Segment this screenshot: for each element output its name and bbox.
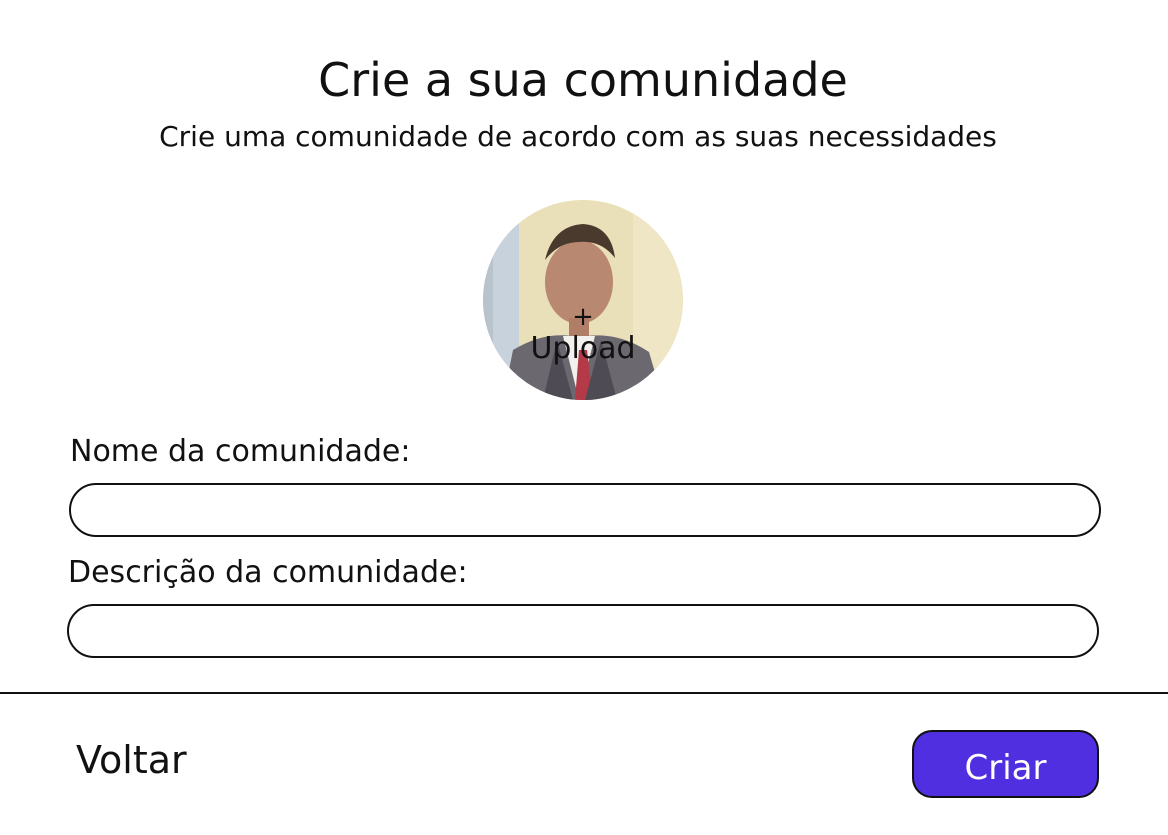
upload-photo-button[interactable]: + Upload — [483, 200, 683, 400]
footer-divider — [0, 692, 1168, 694]
page-title: Crie a sua comunidade — [318, 53, 848, 107]
create-button[interactable]: Criar — [912, 730, 1099, 798]
upload-label: Upload — [530, 331, 636, 366]
community-photo-preview — [483, 200, 683, 400]
community-description-input[interactable] — [67, 604, 1099, 658]
community-name-label: Nome da comunidade: — [70, 434, 411, 469]
community-name-input[interactable] — [69, 483, 1101, 537]
page-subtitle: Crie uma comunidade de acordo com as sua… — [159, 120, 997, 153]
upload-plus-icon: + — [572, 302, 594, 332]
community-description-label: Descrição da comunidade: — [68, 555, 468, 590]
back-button[interactable]: Voltar — [76, 737, 187, 783]
